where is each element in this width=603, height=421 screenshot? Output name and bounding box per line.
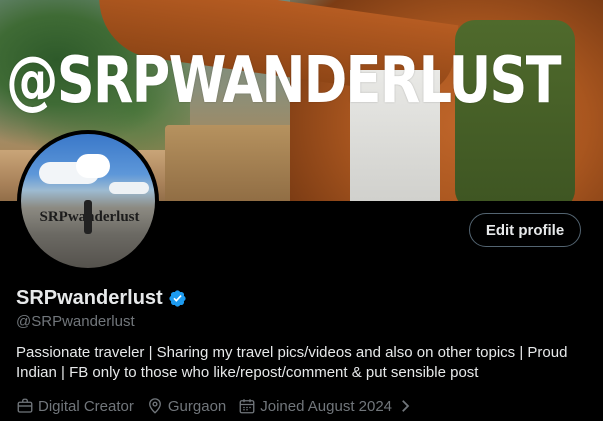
avatar-figure xyxy=(84,200,92,234)
banner-handle-text: @SRPWANDERLUST xyxy=(6,44,561,118)
profile-meta: Digital Creator Gurgaon Joined August 20… xyxy=(16,397,430,415)
profile-name-row: SRPwanderlust xyxy=(16,287,187,310)
verified-badge-icon[interactable] xyxy=(168,289,187,308)
meta-joined[interactable]: Joined August 2024 xyxy=(238,397,418,415)
calendar-icon xyxy=(239,399,255,414)
display-name: SRPwanderlust xyxy=(16,287,163,309)
location-pin-icon xyxy=(148,398,161,414)
avatar[interactable]: SRPwanderlust xyxy=(17,130,159,272)
avatar-cloud xyxy=(109,182,149,194)
meta-location: Gurgaon xyxy=(146,397,226,415)
meta-category-text: Digital Creator xyxy=(38,397,134,415)
meta-category: Digital Creator xyxy=(16,397,134,415)
briefcase-icon xyxy=(17,398,33,413)
chevron-right-icon[interactable] xyxy=(396,397,414,415)
edit-profile-button[interactable]: Edit profile xyxy=(469,213,581,247)
meta-joined-text: Joined August 2024 xyxy=(260,397,393,415)
profile-handle: @SRPwanderlust xyxy=(16,313,135,330)
profile-bio: Passionate traveler | Sharing my travel … xyxy=(16,344,568,381)
banner-wall-segment xyxy=(165,125,305,201)
meta-location-text: Gurgaon xyxy=(167,397,227,415)
avatar-cloud xyxy=(76,154,110,178)
